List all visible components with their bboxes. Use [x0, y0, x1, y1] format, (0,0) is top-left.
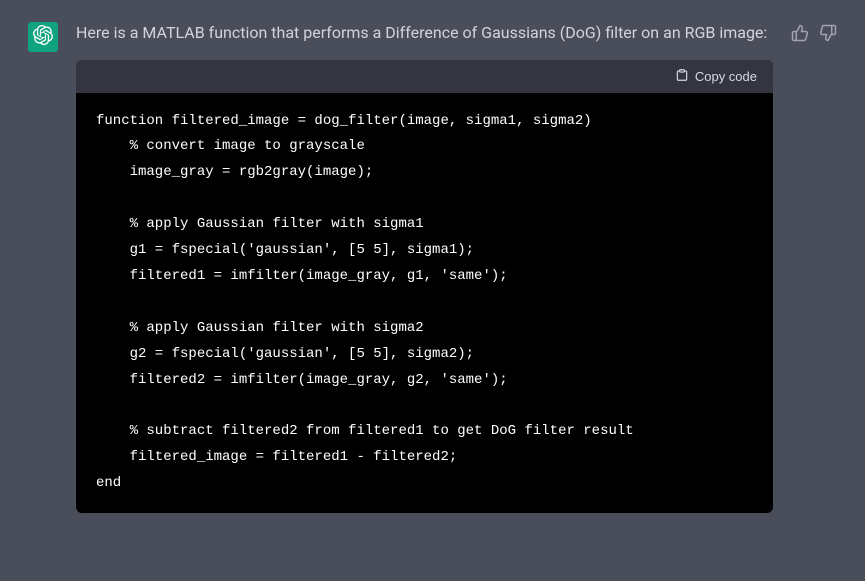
message-body: Here is a MATLAB function that performs …	[76, 20, 773, 513]
thumbs-down-button[interactable]	[819, 24, 837, 42]
assistant-message: Here is a MATLAB function that performs …	[0, 0, 865, 533]
copy-code-button[interactable]: Copy code	[675, 68, 757, 85]
assistant-avatar	[28, 22, 58, 52]
code-header: Copy code	[76, 60, 773, 93]
code-block: Copy code function filtered_image = dog_…	[76, 60, 773, 513]
message-text: Here is a MATLAB function that performs …	[76, 20, 773, 46]
feedback-buttons	[791, 24, 837, 513]
copy-code-label: Copy code	[695, 69, 757, 84]
clipboard-icon	[675, 68, 689, 85]
code-content[interactable]: function filtered_image = dog_filter(ima…	[76, 93, 773, 513]
openai-logo-icon	[33, 25, 53, 49]
thumbs-up-button[interactable]	[791, 24, 809, 42]
